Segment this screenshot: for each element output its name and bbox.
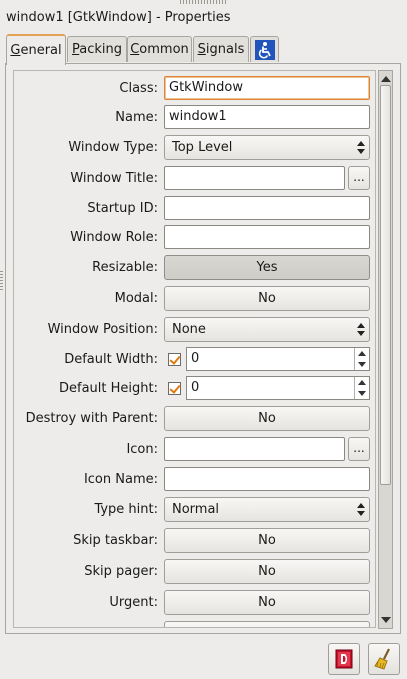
urgent-label: Urgent: [109,595,158,610]
docs-button[interactable] [328,643,360,675]
destroy-with-parent-label: Destroy with Parent: [25,411,158,426]
window-title-edit-button[interactable]: ... [348,166,370,190]
top-grip[interactable] [180,0,226,4]
type-hint-value: Normal [172,502,220,517]
combo-arrows-icon [357,140,365,155]
name-label: Name: [115,110,158,125]
icon-name-label: Icon Name: [83,472,158,487]
icon-input[interactable] [164,437,345,461]
tab-general[interactable]: General [6,34,66,65]
type-hint-label: Type hint: [94,502,158,517]
resizable-toggle[interactable]: Yes [164,255,370,280]
skip-taskbar-label: Skip taskbar: [73,533,158,548]
modal-label: Modal: [114,291,158,306]
properties-list: Class: GtkWindow Name: window1 Window Ty… [13,70,376,628]
modal-toggle[interactable]: No [164,286,370,311]
type-hint-combo[interactable]: Normal [164,497,370,522]
default-height-spinner[interactable]: 0 [186,376,370,400]
default-height-checkbox[interactable] [168,382,181,395]
vertical-scrollbar[interactable] [378,70,393,629]
accessibility-icon [255,40,275,60]
tab-packing-label: acking [79,42,122,57]
window-position-label: Window Position: [47,322,158,337]
tab-signals[interactable]: Signals [193,36,249,62]
combo-arrows-icon [357,502,365,517]
name-input[interactable]: window1 [164,105,370,129]
clear-button[interactable] [368,643,400,675]
tab-signals-label: ignals [205,42,245,57]
combo-arrows-icon [357,322,365,337]
window-role-label: Window Role: [70,230,158,245]
window-position-combo[interactable]: None [164,317,370,342]
tab-common-mnemonic: C [130,42,140,57]
tab-general-mnemonic: G [10,43,21,58]
broom-icon [374,648,390,670]
skip-pager-toggle[interactable]: No [164,559,370,584]
window-title-input[interactable] [164,166,345,190]
window-title: window1 [GtkWindow] - Properties [6,10,231,25]
spin-arrows-icon[interactable] [354,348,369,370]
urgent-toggle[interactable]: No [164,590,370,615]
window-type-label: Window Type: [68,140,158,155]
default-height-value: 0 [191,380,200,395]
skip-taskbar-toggle[interactable]: No [164,528,370,553]
resizable-label: Resizable: [92,260,158,275]
class-label: Class: [119,81,158,96]
window-type-combo[interactable]: Top Level [164,135,370,160]
icon-name-input[interactable] [164,467,370,491]
tab-accessibility[interactable] [250,36,279,62]
default-width-spinner[interactable]: 0 [186,347,370,371]
startup-id-label: Startup ID: [87,201,158,216]
scroll-up-arrow-icon[interactable] [381,76,391,82]
window-position-value: None [172,322,206,337]
tab-common-label: ommon [139,42,189,57]
default-width-checkbox[interactable] [168,353,181,366]
tab-common[interactable]: Common [127,36,192,62]
tab-general-label: eneral [20,43,62,58]
destroy-with-parent-toggle[interactable]: No [164,406,370,431]
startup-id-input[interactable] [164,196,370,220]
scroll-down-arrow-icon[interactable] [381,617,391,623]
spin-arrows-icon[interactable] [354,377,369,399]
next-row-toggle-partial[interactable] [164,621,370,627]
scrollbar-thumb[interactable] [380,85,391,485]
default-width-label: Default Width: [64,352,158,367]
tab-packing[interactable]: Packing [67,36,127,62]
default-height-label: Default Height: [59,381,158,396]
window-role-input[interactable] [164,225,370,249]
default-width-value: 0 [191,351,200,366]
window-type-value: Top Level [172,140,233,155]
skip-pager-label: Skip pager: [84,564,158,579]
class-input[interactable]: GtkWindow [164,76,370,100]
devhelp-icon [335,649,353,669]
icon-browse-button[interactable]: ... [348,437,370,461]
left-grip[interactable] [0,270,3,290]
icon-label: Icon: [126,442,158,457]
window-title-label: Window Title: [70,171,158,186]
tab-signals-mnemonic: S [197,42,206,57]
